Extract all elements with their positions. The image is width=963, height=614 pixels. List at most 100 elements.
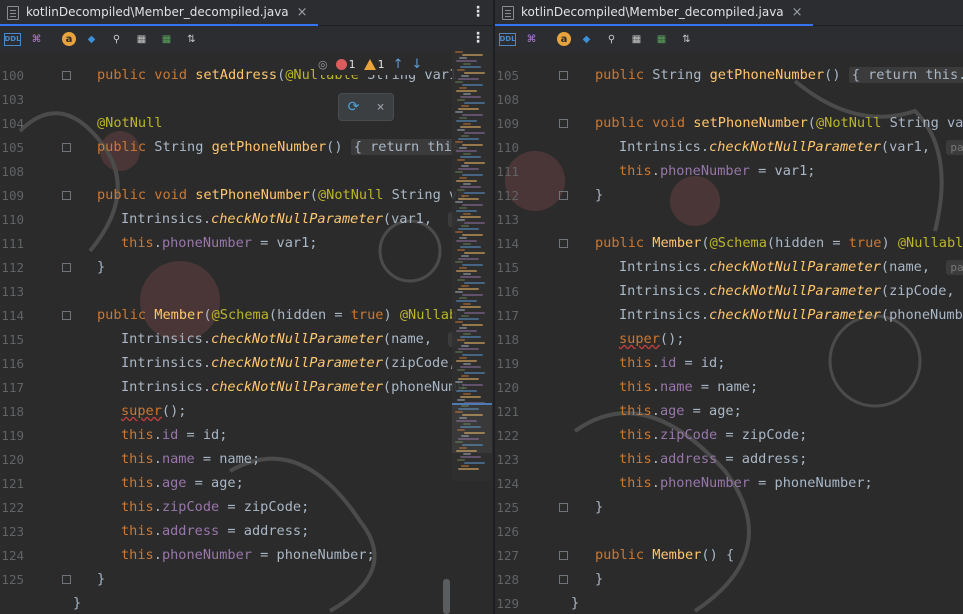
- fold-toggle-icon[interactable]: [559, 71, 568, 80]
- code-line[interactable]: public String getPhoneNumber() { return …: [97, 135, 464, 159]
- key-icon[interactable]: ⚲: [602, 30, 621, 48]
- next-highlight-icon[interactable]: ↓: [412, 57, 423, 72]
- line-number[interactable]: 108: [495, 92, 519, 107]
- generate-icon[interactable]: ▦: [157, 30, 176, 48]
- code-line[interactable]: }: [595, 495, 603, 519]
- ddl-icon[interactable]: DDL: [499, 32, 516, 46]
- code-line[interactable]: }: [571, 591, 579, 614]
- code-line[interactable]: Intrinsics.checkNotNullParameter(var1, p…: [619, 135, 963, 159]
- table-icon[interactable]: ▦: [627, 30, 646, 48]
- ddl-icon[interactable]: DDL: [4, 32, 21, 46]
- line-number[interactable]: 110: [495, 140, 519, 155]
- code-line[interactable]: this.address = address;: [619, 447, 807, 471]
- code-line[interactable]: this.name = name;: [121, 447, 260, 471]
- code-line[interactable]: this.phoneNumber = phoneNumber;: [619, 471, 873, 495]
- code-line[interactable]: this.address = address;: [121, 519, 309, 543]
- minimap-viewport[interactable]: [452, 403, 492, 453]
- line-number[interactable]: 129: [495, 596, 519, 611]
- code-line[interactable]: Intrinsics.checkNotNullParameter(zipCode…: [619, 279, 955, 303]
- code-line[interactable]: super();: [121, 399, 186, 423]
- fold-toggle-icon[interactable]: [559, 551, 568, 560]
- line-number[interactable]: 109: [495, 116, 519, 131]
- line-number[interactable]: 128: [495, 572, 519, 587]
- line-number[interactable]: 117: [495, 308, 519, 323]
- line-number[interactable]: 100: [0, 68, 24, 83]
- refresh-icon[interactable]: ⟳: [348, 99, 360, 115]
- code-line[interactable]: }: [97, 255, 105, 279]
- line-number[interactable]: 120: [0, 452, 24, 467]
- close-icon[interactable]: ×: [377, 100, 385, 115]
- inspection-widget[interactable]: ◎ 1 1 ↑ ↓: [318, 53, 423, 75]
- fold-toggle-icon[interactable]: [62, 191, 71, 200]
- line-number[interactable]: 108: [0, 164, 24, 179]
- line-number[interactable]: 124: [495, 476, 519, 491]
- code-line[interactable]: }: [73, 591, 81, 614]
- fold-toggle-icon[interactable]: [559, 191, 568, 200]
- line-number[interactable]: 118: [0, 404, 24, 419]
- line-number[interactable]: 113: [0, 284, 24, 299]
- sort-icon[interactable]: ⇅: [677, 30, 696, 48]
- code-line[interactable]: }: [595, 183, 603, 207]
- code-line[interactable]: public Member(@Schema(hidden = true) @Nu…: [595, 231, 963, 255]
- line-number[interactable]: 124: [0, 548, 24, 563]
- code-line[interactable]: this.zipCode = zipCode;: [121, 495, 309, 519]
- line-number[interactable]: 127: [495, 548, 519, 563]
- error-indicator[interactable]: 1: [335, 58, 356, 71]
- generate-icon[interactable]: ▦: [652, 30, 671, 48]
- entity-icon[interactable]: ◆: [82, 30, 101, 48]
- key-icon[interactable]: ⚲: [107, 30, 126, 48]
- code-line[interactable]: Intrinsics.checkNotNullParameter(var1, p…: [121, 207, 470, 231]
- line-number[interactable]: 109: [0, 188, 24, 203]
- line-number[interactable]: 122: [0, 500, 24, 515]
- fold-toggle-icon[interactable]: [559, 239, 568, 248]
- code-line[interactable]: this.phoneNumber = var1;: [619, 159, 815, 183]
- line-number[interactable]: 112: [0, 260, 24, 275]
- close-icon[interactable]: ×: [297, 5, 308, 20]
- line-number[interactable]: 123: [0, 524, 24, 539]
- line-number[interactable]: 116: [495, 284, 519, 299]
- line-number[interactable]: 116: [0, 356, 24, 371]
- line-number[interactable]: 110: [0, 212, 24, 227]
- code-line[interactable]: Intrinsics.checkNotNullParameter(zipCode…: [121, 351, 457, 375]
- code-line[interactable]: super();: [619, 327, 684, 351]
- fold-toggle-icon[interactable]: [62, 71, 71, 80]
- fold-toggle-icon[interactable]: [62, 143, 71, 152]
- structure-icon[interactable]: ⌘: [522, 30, 541, 48]
- line-number[interactable]: 111: [495, 164, 519, 179]
- code-line[interactable]: public Member() {: [595, 543, 734, 567]
- line-number[interactable]: 119: [0, 428, 24, 443]
- code-line[interactable]: Intrinsics.checkNotNullParameter(phoneNu…: [619, 303, 963, 327]
- warning-indicator[interactable]: 1: [363, 58, 385, 71]
- code-line[interactable]: this.phoneNumber = phoneNumber;: [121, 543, 375, 567]
- line-number[interactable]: 105: [0, 140, 24, 155]
- right-code-editor[interactable]: 105 108 109 110 111 112 113 114 115 116 117 118 119 1…: [495, 51, 963, 614]
- line-number[interactable]: 118: [495, 332, 519, 347]
- fold-toggle-icon[interactable]: [62, 575, 71, 584]
- left-code-editor[interactable]: 100 103 104 105 108 109 110 111 112 113 114 115 116 1…: [0, 51, 493, 614]
- line-number[interactable]: 125: [0, 572, 24, 587]
- code-line[interactable]: }: [97, 567, 105, 591]
- line-number[interactable]: 112: [495, 188, 519, 203]
- code-line[interactable]: this.phoneNumber = var1;: [121, 231, 317, 255]
- annotation-icon[interactable]: a: [62, 32, 76, 46]
- vertical-scrollbar[interactable]: [443, 579, 450, 614]
- fold-toggle-icon[interactable]: [559, 503, 568, 512]
- fold-toggle-icon[interactable]: [62, 263, 71, 272]
- code-line[interactable]: public void setPhoneNumber(@NotNull Stri…: [97, 183, 465, 207]
- kebab-menu-icon[interactable]: ⋮: [471, 4, 485, 20]
- table-icon[interactable]: ▦: [132, 30, 151, 48]
- line-number[interactable]: 103: [0, 92, 24, 107]
- code-line[interactable]: this.age = age;: [619, 399, 742, 423]
- code-line[interactable]: this.id = id;: [121, 423, 227, 447]
- code-line[interactable]: }: [595, 567, 603, 591]
- line-number[interactable]: 120: [495, 380, 519, 395]
- code-line[interactable]: @NotNull: [97, 111, 162, 135]
- fold-toggle-icon[interactable]: [559, 575, 568, 584]
- line-number[interactable]: 114: [0, 308, 24, 323]
- line-number[interactable]: 125: [495, 500, 519, 515]
- left-editor-tab[interactable]: kotlinDecompiled\Member_decompiled.java …: [0, 0, 318, 26]
- code-line[interactable]: this.zipCode = zipCode;: [619, 423, 807, 447]
- line-number[interactable]: 119: [495, 356, 519, 371]
- line-number[interactable]: 113: [495, 212, 519, 227]
- code-line[interactable]: Intrinsics.checkNotNullParameter(name, p…: [121, 327, 470, 351]
